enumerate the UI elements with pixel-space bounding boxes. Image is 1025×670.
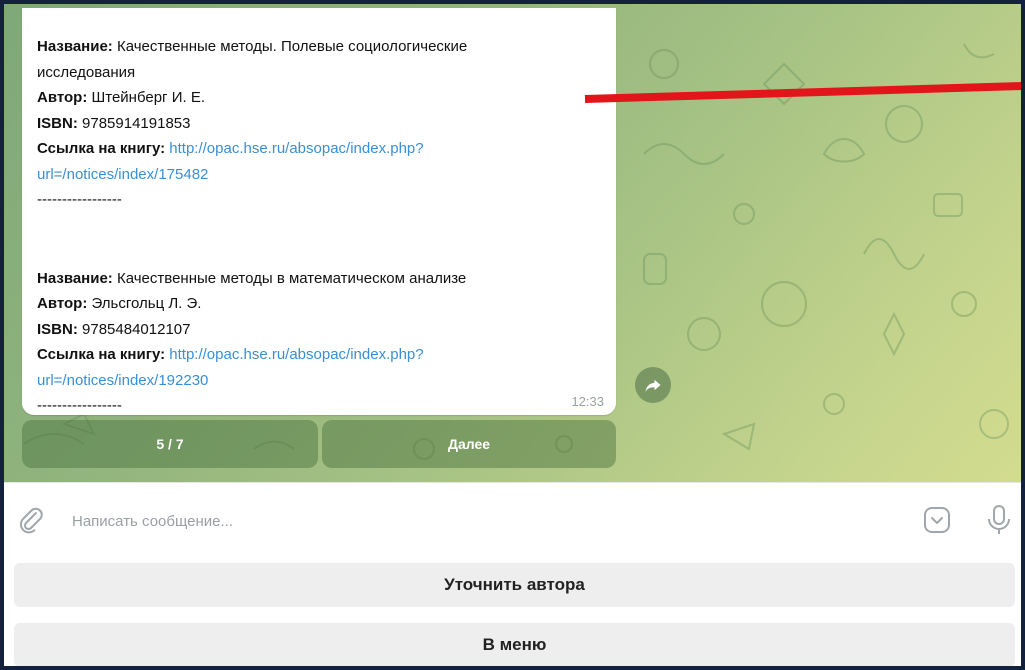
separator: -----------------: [37, 397, 122, 414]
message-input[interactable]: [70, 507, 894, 535]
book2-author: Автор: Эльсгольц Л. Э.: [37, 291, 597, 317]
message-text: Название: Качественные методы. Полевые с…: [37, 34, 597, 419]
author-value: Штейнберг И. Е.: [91, 89, 206, 106]
title-label: Название:: [37, 38, 113, 55]
book2-isbn: ISBN: 9785484012107: [37, 317, 597, 343]
book1-link-row: Ссылка на книгу: http://opac.hse.ru/abso…: [37, 136, 597, 162]
book1-link[interactable]: http://opac.hse.ru/absopac/index.php?: [169, 140, 423, 157]
menu-label: В меню: [482, 635, 547, 654]
book2-title: Название: Качественные методы в математи…: [37, 266, 597, 292]
title-value: Качественные методы в математическом ана…: [116, 269, 467, 287]
author-value: Эльсгольц Л. Э.: [91, 295, 202, 312]
isbn-value: 9785484012107: [82, 320, 191, 338]
chat-area[interactable]: Название: Качественные методы. Полевые с…: [4, 4, 1021, 482]
page-indicator-button[interactable]: 5 / 7: [22, 420, 318, 468]
next-page-button[interactable]: Далее: [322, 420, 616, 468]
message-time: 12:33: [571, 394, 604, 409]
page-indicator-label: 5 / 7: [156, 436, 184, 452]
book2-link[interactable]: http://opac.hse.ru/absopac/index.php?: [169, 346, 423, 363]
book2-link-cont-text[interactable]: url=/notices/index/192230: [37, 372, 208, 389]
bot-message-bubble: Название: Качественные методы. Полевые с…: [22, 8, 616, 415]
book1-isbn: ISBN: 9785914191853: [37, 111, 597, 137]
title-value: Качественные методы. Полевые социологиче…: [116, 38, 468, 55]
separator: -----------------: [37, 191, 122, 208]
isbn-label: ISBN:: [37, 114, 78, 132]
author-label: Автор:: [37, 295, 88, 312]
next-page-label: Далее: [447, 436, 491, 452]
book1-author: Автор: Штейнберг И. Е.: [37, 85, 597, 111]
book1-link-cont: url=/notices/index/175482: [37, 162, 597, 188]
book2-link-cont: url=/notices/index/192230: [37, 368, 597, 394]
isbn-label: ISBN:: [37, 320, 78, 338]
reply-keyboard: Уточнить автора В меню: [4, 557, 1021, 666]
menu-button[interactable]: В меню: [14, 623, 1015, 666]
title-label: Название:: [37, 269, 113, 287]
paperclip-icon[interactable]: [16, 505, 46, 535]
message-composer: [4, 482, 1021, 557]
book1-title-cont: исследования: [37, 63, 136, 81]
share-icon: [645, 379, 661, 392]
book2-link-row: Ссылка на книгу: http://opac.hse.ru/abso…: [37, 342, 597, 368]
sticker-icon[interactable]: [922, 505, 952, 535]
isbn-value: 9785914191853: [82, 114, 191, 132]
refine-author-label: Уточнить автора: [444, 575, 585, 594]
book1-link-cont-text[interactable]: url=/notices/index/175482: [37, 166, 208, 183]
author-label: Автор:: [37, 89, 88, 106]
book1-title: Название: Качественные методы. Полевые с…: [37, 34, 597, 60]
share-button[interactable]: [635, 367, 671, 403]
telegram-window: Название: Качественные методы. Полевые с…: [0, 0, 1025, 670]
microphone-icon[interactable]: [984, 503, 1014, 537]
link-label: Ссылка на книгу:: [37, 346, 166, 363]
link-label: Ссылка на книгу:: [37, 140, 166, 157]
refine-author-button[interactable]: Уточнить автора: [14, 563, 1015, 607]
